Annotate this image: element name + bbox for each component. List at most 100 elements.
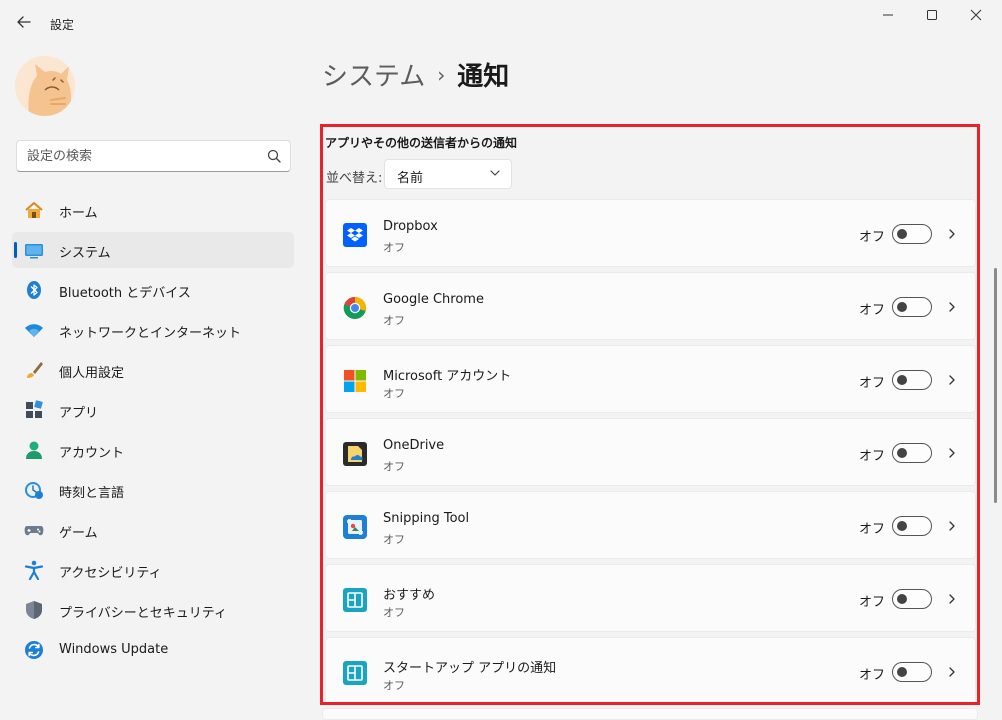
toggle-knob: [897, 521, 907, 531]
chevron-right-icon[interactable]: [946, 374, 958, 386]
avatar[interactable]: [15, 56, 75, 116]
chevron-right-icon[interactable]: [946, 520, 958, 532]
app-row-tips[interactable]: おすすめ オフ オフ: [325, 564, 976, 632]
notification-toggle[interactable]: [892, 589, 932, 609]
sidebar-item-label: ネットワークとインターネット: [59, 326, 242, 341]
toggle-knob: [897, 448, 907, 458]
app-status: オフ: [383, 460, 405, 473]
sidebar-item-label: 時刻と言語: [59, 486, 125, 501]
chevron-right-icon[interactable]: [946, 301, 958, 313]
sidebar-item-windows-update[interactable]: Windows Update: [12, 632, 294, 668]
toggle-state-label: オフ: [859, 449, 886, 464]
sidebar-item-label: Windows Update: [59, 642, 169, 657]
sidebar-item-network[interactable]: ネットワークとインターネット: [12, 312, 294, 348]
paint-brush-icon: [27, 362, 43, 378]
home-icon: [25, 202, 43, 218]
sort-dropdown[interactable]: 名前: [384, 159, 512, 189]
toggle-state-label: オフ: [859, 668, 886, 683]
onedrive-icon: [343, 442, 367, 466]
notification-toggle[interactable]: [892, 662, 932, 682]
app-row-onedrive[interactable]: OneDrive オフ オフ: [325, 418, 976, 486]
sidebar-item-label: Bluetooth とデバイス: [59, 286, 191, 301]
minimize-button[interactable]: [868, 6, 908, 28]
app-name: おすすめ: [383, 588, 436, 603]
toggle-state-label: オフ: [859, 522, 886, 537]
search-input[interactable]: [27, 147, 257, 165]
app-notifications-section: アプリやその他の送信者からの通知 並べ替え: 名前 Dropbox オフ オフ: [320, 124, 980, 705]
title-bar: 設定: [0, 0, 1002, 46]
toggle-knob: [897, 667, 907, 677]
close-button[interactable]: [956, 6, 996, 28]
cat-avatar-icon: [15, 56, 75, 116]
app-status: オフ: [383, 679, 405, 692]
close-icon: [970, 9, 982, 21]
minimize-icon: [883, 14, 893, 16]
notification-toggle[interactable]: [892, 370, 932, 390]
next-list-row[interactable]: [322, 708, 978, 720]
scrollbar[interactable]: [994, 268, 997, 503]
maximize-button[interactable]: [912, 6, 952, 28]
sidebar-item-accessibility[interactable]: アクセシビリティ: [12, 552, 294, 588]
search-icon[interactable]: [266, 148, 282, 164]
toggle-knob: [897, 302, 907, 312]
microsoft-icon: [344, 370, 366, 392]
sidebar-item-privacy-security[interactable]: プライバシーとセキュリティ: [12, 592, 294, 628]
window-title: 設定: [50, 18, 75, 32]
app-status: オフ: [383, 533, 405, 546]
sidebar-item-apps[interactable]: アプリ: [12, 392, 294, 428]
sidebar-item-label: システム: [59, 246, 111, 261]
app-row-snipping-tool[interactable]: Snipping Tool オフ オフ: [325, 491, 976, 559]
notification-toggle[interactable]: [892, 516, 932, 536]
sort-dropdown-value: 名前: [397, 171, 424, 186]
app-row-startup-apps[interactable]: スタートアップ アプリの通知 オフ オフ: [325, 637, 976, 702]
breadcrumb-parent-link[interactable]: システム: [322, 62, 425, 92]
startup-apps-icon: [343, 661, 367, 685]
toggle-knob: [897, 375, 907, 385]
toggle-knob: [897, 229, 907, 239]
section-title: アプリやその他の送信者からの通知: [325, 136, 518, 150]
notification-toggle[interactable]: [892, 297, 932, 317]
breadcrumb: システム › 通知: [322, 56, 509, 92]
sidebar-item-label: ホーム: [59, 206, 98, 221]
sidebar-item-label: 個人用設定: [59, 366, 125, 381]
snipping-tool-icon: [343, 515, 367, 539]
app-row-google-chrome[interactable]: Google Chrome オフ オフ: [325, 272, 976, 340]
sidebar-item-accounts[interactable]: アカウント: [12, 432, 294, 468]
wifi-icon: [25, 324, 43, 337]
back-button[interactable]: [14, 12, 34, 32]
sidebar-item-system[interactable]: システム: [12, 232, 294, 268]
toggle-state-label: オフ: [859, 303, 886, 318]
app-name: Microsoft アカウント: [383, 369, 512, 384]
toggle-knob: [897, 594, 907, 604]
app-row-microsoft-account[interactable]: Microsoft アカウント オフ オフ: [325, 345, 976, 413]
sort-label: 並べ替え:: [326, 171, 383, 186]
sidebar-item-home[interactable]: ホーム: [12, 192, 294, 228]
chevron-right-icon[interactable]: [946, 593, 958, 605]
sidebar-item-label: ゲーム: [59, 526, 98, 541]
gamepad-icon: [24, 526, 44, 536]
chrome-icon: [343, 296, 366, 319]
sidebar-nav: ホーム システム Bluetooth とデバイス ネットワークとインターネット …: [12, 192, 294, 672]
toggle-state-label: オフ: [859, 595, 886, 610]
sidebar-item-personalization[interactable]: 個人用設定: [12, 352, 294, 388]
sidebar-item-gaming[interactable]: ゲーム: [12, 512, 294, 548]
chevron-right-icon[interactable]: [946, 666, 958, 678]
system-display-icon: [25, 244, 43, 259]
app-status: オフ: [383, 241, 405, 254]
notification-toggle[interactable]: [892, 224, 932, 244]
settings-search-box[interactable]: [16, 140, 291, 172]
app-row-dropbox[interactable]: Dropbox オフ オフ: [325, 199, 976, 267]
sidebar-item-time-language[interactable]: 時刻と言語: [12, 472, 294, 508]
toggle-state-label: オフ: [859, 230, 886, 245]
shield-icon: [26, 601, 42, 619]
bluetooth-icon: [27, 281, 41, 299]
sidebar-item-bluetooth[interactable]: Bluetooth とデバイス: [12, 272, 294, 308]
app-name: スタートアップ アプリの通知: [383, 661, 557, 676]
notification-toggle[interactable]: [892, 443, 932, 463]
page-title: 通知: [457, 62, 510, 92]
app-notification-list: Dropbox オフ オフ Google Chrome オフ オフ Micros…: [325, 199, 976, 702]
chevron-right-icon[interactable]: [946, 228, 958, 240]
app-status: オフ: [383, 606, 405, 619]
sidebar-item-label: プライバシーとセキュリティ: [59, 606, 227, 621]
chevron-right-icon[interactable]: [946, 447, 958, 459]
